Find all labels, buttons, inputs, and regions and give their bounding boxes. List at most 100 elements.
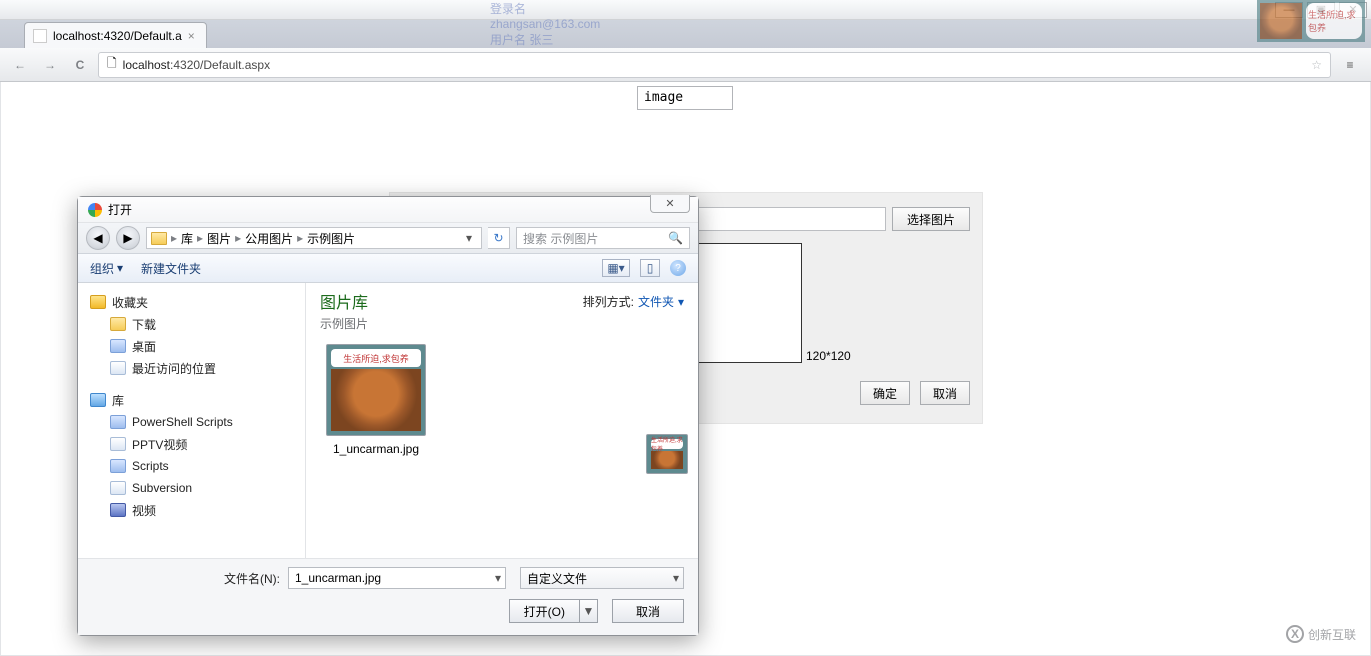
sidebar-label: 桌面 bbox=[132, 338, 156, 355]
file-name-label: 1_uncarman.jpg bbox=[320, 442, 432, 456]
choose-image-button[interactable]: 选择图片 bbox=[892, 207, 970, 231]
image-preview-box bbox=[682, 243, 802, 363]
address-path: :4320/Default.aspx bbox=[170, 58, 270, 72]
ok-button[interactable]: 确定 bbox=[860, 381, 910, 405]
breadcrumb-part-1[interactable]: 图片 bbox=[207, 230, 231, 247]
tab-close-icon[interactable]: × bbox=[188, 29, 200, 41]
thumb-bubble: 生活所迫,求包养 bbox=[651, 439, 683, 449]
sidebar-label: 下载 bbox=[132, 316, 156, 333]
thumb-face bbox=[331, 369, 421, 431]
address-bar[interactable]: 🗋 localhost:4320/Default.aspx ☆ bbox=[98, 52, 1331, 78]
view-grid-icon: ▦ bbox=[607, 261, 618, 275]
tab-favicon bbox=[33, 29, 47, 43]
dialog-title: 打开 bbox=[108, 201, 132, 218]
dialog-chrome-icon bbox=[88, 203, 102, 217]
watermark-text: 创新互联 bbox=[1308, 626, 1356, 643]
preview-pane-button[interactable]: ▯ bbox=[640, 259, 660, 277]
chevron-down-icon: ▾ bbox=[495, 571, 501, 585]
search-icon: 🔍 bbox=[668, 231, 683, 245]
sidebar-item-desktop[interactable]: 桌面 bbox=[84, 335, 299, 357]
breadcrumb-part-0[interactable]: 库 bbox=[181, 230, 193, 247]
sidebar-label: PowerShell Scripts bbox=[132, 415, 233, 429]
dialog-cancel-button[interactable]: 取消 bbox=[612, 599, 684, 623]
view-mode-button[interactable]: ▦ ▾ bbox=[602, 259, 630, 277]
file-type-filter[interactable]: 自定义文件 ▾ bbox=[520, 567, 684, 589]
breadcrumb-sep-icon: ▸ bbox=[171, 231, 177, 245]
breadcrumb-part-3[interactable]: 示例图片 bbox=[307, 230, 355, 247]
sidebar-item-powershell[interactable]: PowerShell Scripts bbox=[84, 411, 299, 433]
new-folder-button[interactable]: 新建文件夹 bbox=[141, 260, 201, 277]
browser-menu-button[interactable]: ≡ bbox=[1337, 52, 1363, 78]
file-tile[interactable]: 生活所迫,求包养 1_uncarman.jpg bbox=[320, 344, 432, 456]
cancel-button[interactable]: 取消 bbox=[920, 381, 970, 405]
file-thumbnail: 生活所迫,求包养 bbox=[326, 344, 426, 436]
back-button[interactable]: ← bbox=[8, 53, 32, 77]
chevron-down-icon: ▾ bbox=[673, 571, 679, 585]
dialog-breadcrumb[interactable]: ▸ 库 ▸ 图片 ▸ 公用图片 ▸ 示例图片 ▾ bbox=[146, 227, 482, 249]
ghost-line1: 登录名 zhangsan@163.com bbox=[490, 0, 590, 31]
sidebar-item-scripts[interactable]: Scripts bbox=[84, 455, 299, 477]
dialog-search-input[interactable]: 搜索 示例图片 🔍 bbox=[516, 227, 690, 249]
open-split-button[interactable]: 打开(O) ▼ bbox=[509, 599, 598, 623]
sidebar-item-subversion[interactable]: Subversion bbox=[84, 477, 299, 499]
folder-icon bbox=[110, 481, 126, 495]
preview-size-label: 120*120 bbox=[806, 349, 851, 363]
help-icon[interactable]: ? bbox=[670, 260, 686, 276]
ghost-line2: 用户名 张三 bbox=[490, 31, 590, 48]
forward-button[interactable]: → bbox=[38, 53, 62, 77]
breadcrumb-part-2[interactable]: 公用图片 bbox=[245, 230, 293, 247]
browser-tab[interactable]: localhost:4320/Default.a × bbox=[24, 22, 207, 48]
chevron-down-icon: ▾ bbox=[678, 295, 684, 309]
thumb-face bbox=[651, 451, 683, 469]
thumb-bubble: 生活所迫,求包养 bbox=[331, 349, 421, 367]
sidebar-item-pptv[interactable]: PPTV视频 bbox=[84, 433, 299, 455]
page-icon: 🗋 bbox=[107, 54, 117, 75]
dialog-refresh-button[interactable]: ↻ bbox=[488, 227, 510, 249]
filename-value: 1_uncarman.jpg bbox=[295, 571, 381, 585]
tab-title: localhost:4320/Default.a bbox=[53, 29, 182, 43]
background-text-ghost: 登录名 zhangsan@163.com 用户名 张三 bbox=[490, 0, 590, 44]
breadcrumb-sep-icon: ▸ bbox=[197, 231, 203, 245]
library-icon bbox=[90, 393, 106, 407]
ghost-avatar-bubble: 生活所迫,求包养 bbox=[1306, 3, 1362, 39]
organize-label: 组织 bbox=[90, 260, 114, 277]
breadcrumb-sep-icon: ▸ bbox=[297, 231, 303, 245]
star-icon bbox=[90, 295, 106, 309]
reload-button[interactable]: C bbox=[68, 53, 92, 77]
dialog-nav-back[interactable]: ◀ bbox=[86, 226, 110, 250]
sort-label: 排列方式: bbox=[583, 293, 634, 310]
folder-icon bbox=[110, 459, 126, 473]
ghost-avatar-face bbox=[1260, 3, 1302, 39]
breadcrumb-folder-icon bbox=[151, 232, 167, 245]
breadcrumb-dropdown-icon[interactable]: ▾ bbox=[461, 231, 477, 245]
sort-control[interactable]: 排列方式: 文件夹 ▾ bbox=[583, 293, 684, 310]
content-subheading: 示例图片 bbox=[320, 315, 368, 332]
chevron-down-icon: ▾ bbox=[117, 261, 123, 275]
sidebar-label: 库 bbox=[112, 392, 124, 409]
filename-input[interactable]: 1_uncarman.jpg ▾ bbox=[288, 567, 506, 589]
content-heading: 图片库 bbox=[320, 289, 368, 313]
folder-icon bbox=[110, 317, 126, 331]
breadcrumb-sep-icon: ▸ bbox=[235, 231, 241, 245]
organize-menu[interactable]: 组织 ▾ bbox=[90, 260, 123, 277]
open-button-dropdown[interactable]: ▼ bbox=[580, 599, 598, 623]
watermark: X 创新互联 bbox=[1286, 625, 1356, 643]
dialog-nav-forward[interactable]: ▶ bbox=[116, 226, 140, 250]
dialog-close-button[interactable]: ✕ bbox=[650, 195, 690, 213]
recent-icon bbox=[110, 361, 126, 375]
sidebar-libraries[interactable]: 库 bbox=[84, 389, 299, 411]
address-url: localhost:4320/Default.aspx bbox=[123, 56, 270, 73]
image-label-box: image bbox=[637, 86, 733, 110]
filename-label: 文件名(N): bbox=[224, 570, 280, 587]
bookmark-star-icon[interactable]: ☆ bbox=[1311, 58, 1322, 72]
folder-icon bbox=[110, 415, 126, 429]
sidebar-favorites[interactable]: 收藏夹 bbox=[84, 291, 299, 313]
dialog-sidebar: 收藏夹 下载 桌面 最近访问的位置 库 PowerShell Scripts P… bbox=[78, 283, 306, 558]
sidebar-item-video[interactable]: 视频 bbox=[84, 499, 299, 521]
sidebar-item-recent[interactable]: 最近访问的位置 bbox=[84, 357, 299, 379]
filter-value: 自定义文件 bbox=[527, 570, 587, 587]
sidebar-label: 最近访问的位置 bbox=[132, 360, 216, 377]
open-button[interactable]: 打开(O) bbox=[509, 599, 580, 623]
sidebar-item-downloads[interactable]: 下载 bbox=[84, 313, 299, 335]
sidebar-label: Subversion bbox=[132, 481, 192, 495]
